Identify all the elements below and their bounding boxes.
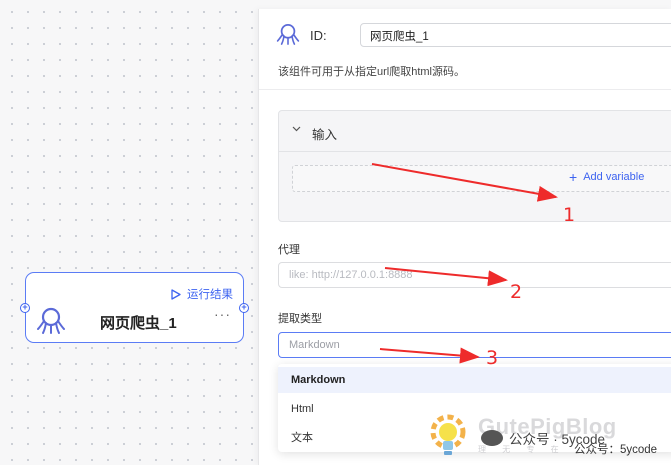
plus-icon: + — [569, 169, 578, 185]
wechat-watermark-secondary: 公众号：5ycode — [574, 444, 658, 456]
input-section-title: 输入 — [312, 128, 338, 142]
output-port-icon[interactable]: + — [239, 303, 249, 313]
input-port-icon[interactable]: + — [20, 303, 30, 313]
proxy-input[interactable]: like: http://127.0.0.1:8888 — [278, 262, 671, 288]
annotation-number-3: 3 — [486, 347, 499, 369]
annotation-number-2: 2 — [510, 281, 523, 303]
extract-type-label: 提取类型 — [278, 313, 322, 325]
run-result-label: 运行结果 — [187, 289, 233, 301]
extract-type-select[interactable]: Markdown — [278, 332, 671, 358]
run-result-button[interactable]: 运行结果 — [171, 286, 233, 302]
divider — [259, 89, 671, 90]
more-options-icon[interactable]: ··· — [214, 306, 231, 322]
play-icon — [171, 288, 181, 300]
wechat-icon — [481, 430, 503, 446]
variable-drop-area[interactable]: + Add variable — [292, 165, 671, 192]
add-variable-label: Add variable — [583, 171, 645, 183]
crawler-node[interactable]: + + 运行结果 网页爬虫_1 ··· — [20, 272, 249, 343]
id-input[interactable]: 网页爬虫_1 — [360, 23, 671, 47]
add-variable-button[interactable]: + Add variable — [569, 169, 645, 185]
option-markdown[interactable]: Markdown — [278, 367, 671, 393]
lightbulb-logo-icon — [430, 414, 466, 455]
input-section: 输入 + Add variable — [278, 110, 671, 222]
chevron-down-icon[interactable] — [292, 123, 301, 135]
spider-icon — [276, 23, 300, 49]
annotation-number-1: 1 — [563, 204, 576, 226]
component-description: 该组件可用于从指定url爬取html源码。 — [278, 66, 466, 78]
spider-icon — [36, 307, 66, 338]
proxy-label: 代理 — [278, 244, 300, 256]
config-panel: ID: 网页爬虫_1 该组件可用于从指定url爬取html源码。 输入 + Ad… — [258, 9, 671, 465]
input-section-header[interactable]: 输入 — [279, 111, 671, 152]
node-title: 网页爬虫_1 — [100, 315, 177, 332]
id-label: ID: — [310, 28, 327, 43]
